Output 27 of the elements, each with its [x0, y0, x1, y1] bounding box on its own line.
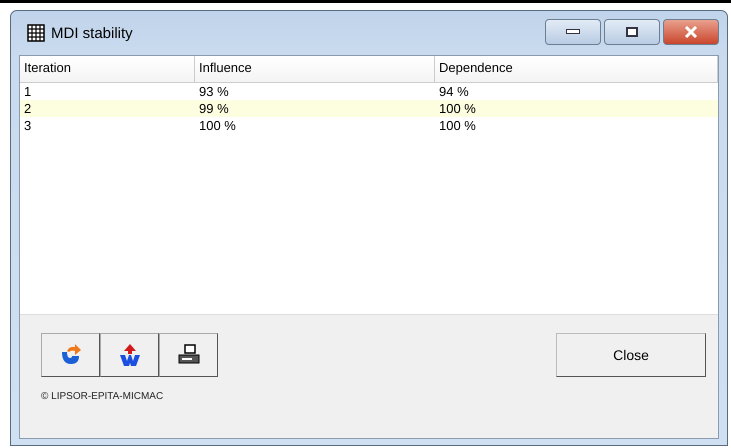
table-cell-text: 3 — [23, 117, 32, 134]
window-title: MDI stability — [51, 24, 134, 42]
column-header[interactable]: Iteration — [20, 56, 195, 83]
print-button[interactable] — [159, 333, 218, 377]
table-cell-text: 100 % — [438, 100, 477, 117]
table-cell-text: 1 — [23, 83, 32, 100]
maximize-button[interactable] — [604, 19, 660, 45]
maximize-icon — [626, 27, 638, 37]
table-cell-text: 99 % — [198, 100, 230, 117]
column-header[interactable]: Influence — [195, 56, 435, 83]
table-cell-text: 100 % — [438, 117, 477, 134]
column-header[interactable]: Dependence — [435, 56, 718, 83]
grid-icon — [27, 24, 45, 42]
close-icon — [684, 26, 698, 38]
close-dialog-button[interactable]: Close — [556, 333, 706, 377]
table-row[interactable]: 2 99 % 100 % — [20, 100, 718, 117]
close-button[interactable] — [663, 19, 719, 45]
refresh-button[interactable] — [41, 333, 100, 377]
table-cell-text: 100 % — [198, 117, 237, 134]
export-icon — [118, 343, 142, 367]
copyright-text: © LIPSOR-EPITA-MICMAC — [41, 391, 164, 402]
table-cell-text: 93 % — [198, 83, 230, 100]
minimize-icon — [566, 29, 580, 35]
table-cell-text: 2 — [23, 100, 32, 117]
table-cell-text: 94 % — [438, 83, 470, 100]
minimize-button[interactable] — [545, 19, 601, 45]
export-button[interactable] — [100, 333, 159, 377]
